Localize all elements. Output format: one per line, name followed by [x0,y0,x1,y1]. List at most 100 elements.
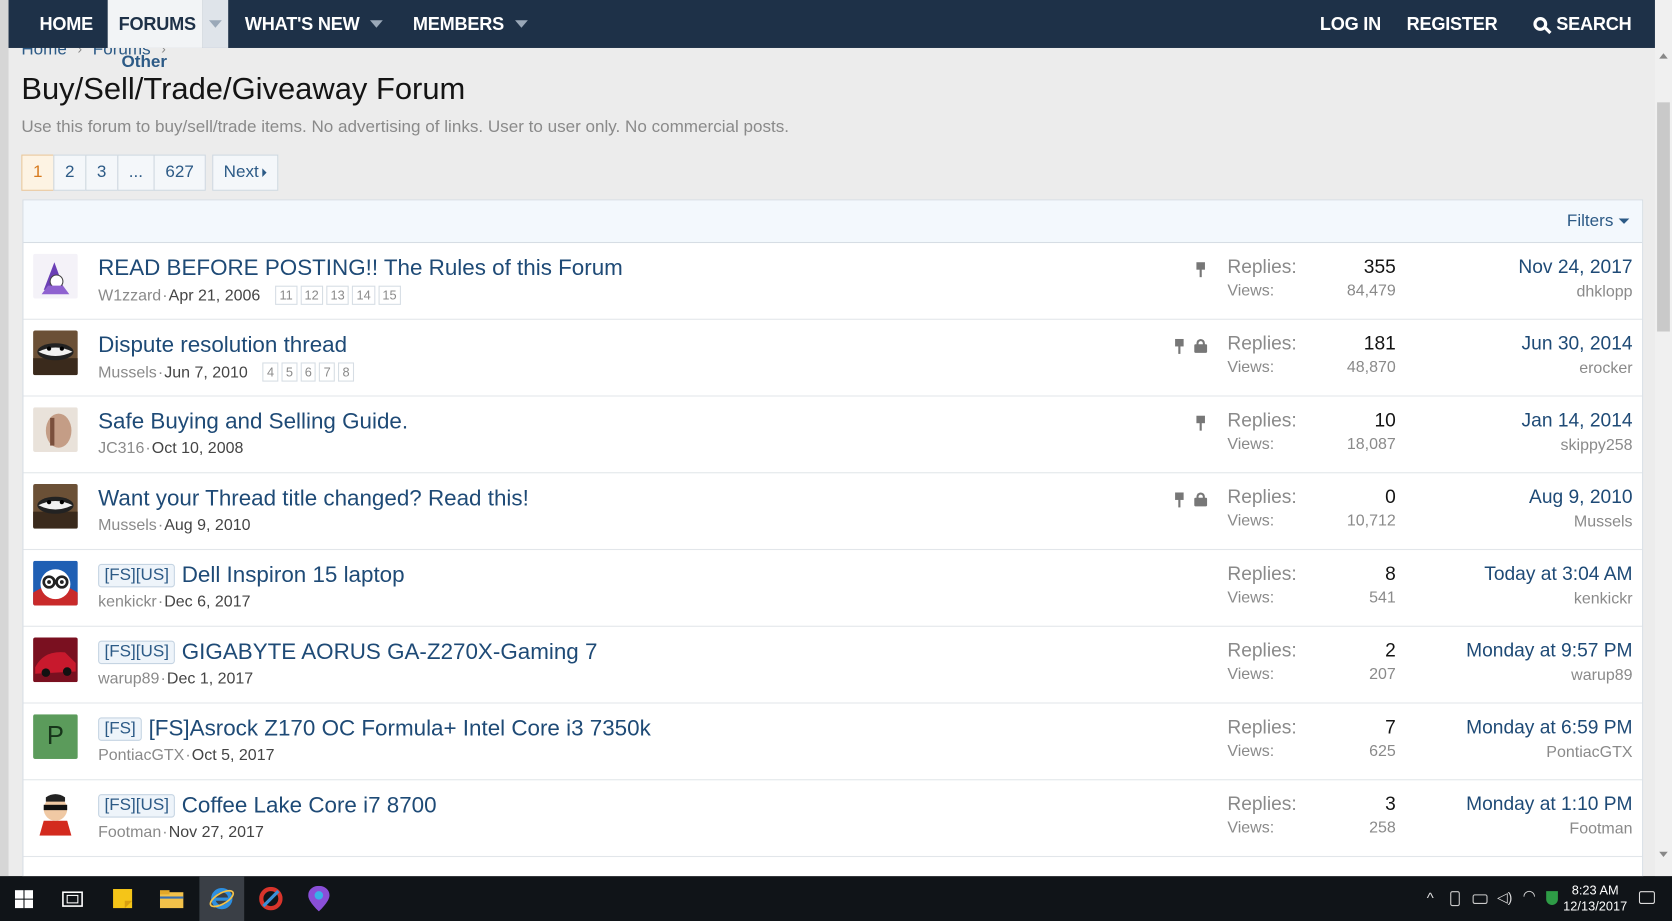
avatar[interactable] [33,407,78,452]
avatar[interactable] [33,330,78,376]
last-post-user-link[interactable]: erocker [1522,359,1632,377]
task-view-icon[interactable] [62,891,83,907]
login-link[interactable]: LOG IN [1305,0,1396,48]
breadcrumb-other[interactable]: Other [121,53,167,72]
thread-start-date[interactable]: Dec 6, 2017 [164,593,250,611]
thread-title-link[interactable]: Dell Inspiron 15 laptop [182,563,405,589]
thread-page-link[interactable]: 6 [300,362,317,382]
page-link-last[interactable]: 627 [153,154,206,191]
maps-icon[interactable] [308,885,330,912]
notification-icon[interactable] [1638,891,1655,904]
avatar[interactable] [33,253,78,299]
avatar[interactable] [33,483,78,529]
wifi-icon[interactable]: ◠ [1523,887,1536,905]
thread-start-date[interactable]: Apr 21, 2006 [169,286,261,304]
thread-author-link[interactable]: Footman [98,823,161,841]
thread-author-link[interactable]: warup89 [98,669,159,687]
thread-author-link[interactable]: PontiacGTX [98,746,184,764]
thread-start-date[interactable]: Nov 27, 2017 [169,823,264,841]
last-post-user-link[interactable]: warup89 [1466,666,1632,684]
last-post-user-link[interactable]: skippy258 [1522,436,1633,454]
last-post-user-link[interactable]: PontiacGTX [1466,743,1632,761]
ccleaner-icon[interactable] [259,886,283,911]
thread-row[interactable]: [FS][US] Coffee Lake Core i7 8700 Footman … [23,780,1643,858]
scroll-up-icon[interactable] [1659,53,1668,59]
filters-dropdown[interactable]: Filters [1567,212,1630,231]
thread-author-link[interactable]: kenkickr [98,593,157,611]
chevron-down-icon[interactable] [370,20,383,28]
avatar[interactable]: P [33,714,78,759]
scroll-thumb[interactable] [1657,102,1670,332]
security-shield-icon[interactable] [1546,891,1558,906]
windows-start-icon[interactable] [14,890,34,909]
thread-page-link[interactable]: 4 [262,362,279,382]
page-link[interactable]: 3 [85,154,119,191]
register-link[interactable]: REGISTER [1396,0,1515,48]
thread-author-link[interactable]: Mussels [98,363,157,381]
tray-overflow-icon[interactable]: ^ [1427,889,1434,906]
nav-forums[interactable]: FORUMS [107,0,203,48]
last-post-date-link[interactable]: Monday at 9:57 PM [1466,640,1632,662]
thread-author-link[interactable]: JC316 [98,439,144,457]
sticky-notes-icon[interactable] [113,889,133,909]
last-post-user-link[interactable]: dhklopp [1518,282,1633,300]
nav-home[interactable]: HOME [9,0,108,48]
thread-page-link[interactable]: 13 [326,285,349,305]
thread-author-link[interactable]: Mussels [98,516,157,534]
thread-start-date[interactable]: Aug 9, 2010 [164,516,250,534]
last-post-date-link[interactable]: Jan 14, 2014 [1522,409,1633,431]
last-post-date-link[interactable]: Nov 24, 2017 [1518,256,1632,278]
thread-row[interactable]: READ BEFORE POSTING!! The Rules of this … [23,243,1643,320]
thread-row[interactable]: [FS][US] GIGABYTE AORUS GA-Z270X-Gaming 7… [23,627,1643,704]
thread-row[interactable]: [FS][US] Dell Inspiron 15 laptop kenkickr … [23,550,1643,627]
last-post-date-link[interactable]: Jun 30, 2014 [1522,333,1633,355]
avatar[interactable] [33,560,78,606]
thread-page-link[interactable]: 14 [352,285,375,305]
search-button[interactable]: SEARCH [1515,0,1655,48]
internet-explorer-icon[interactable] [209,886,235,912]
thread-row[interactable]: Safe Buying and Selling Guide. JC316 · Oc… [23,397,1643,474]
last-post-date-link[interactable]: Aug 9, 2010 [1529,486,1633,508]
thread-page-link[interactable]: 7 [319,362,336,382]
thread-title-link[interactable]: Coffee Lake Core i7 8700 [182,793,437,819]
device-icon[interactable] [1450,891,1460,907]
thread-start-date[interactable]: Oct 10, 2008 [152,439,244,457]
file-explorer-icon[interactable] [159,890,184,909]
page-link[interactable]: 2 [53,154,87,191]
battery-icon[interactable] [1472,894,1488,904]
thread-page-link[interactable]: 8 [338,362,354,382]
thread-page-link[interactable]: 5 [281,362,298,382]
thread-prefix-badge[interactable]: [FS] [98,717,143,741]
last-post-date-link[interactable]: Monday at 6:59 PM [1466,716,1632,738]
thread-prefix-badge[interactable]: [FS][US] [98,563,176,588]
thread-prefix-badge[interactable]: [FS][US] [98,794,176,818]
page-jump-ellipsis[interactable]: ... [116,154,155,191]
thread-title-link[interactable]: [FS]Asrock Z170 OC Formula+ Intel Core i… [149,716,651,742]
scroll-down-icon[interactable] [1659,851,1668,858]
thread-title-link[interactable]: Want your Thread title changed? Read thi… [98,486,529,512]
system-clock[interactable]: 8:23 AM 12/13/2017 [1563,883,1627,915]
thread-title-link[interactable]: Dispute resolution thread [98,333,347,359]
page-link-current[interactable]: 1 [21,154,55,191]
thread-row[interactable]: Dispute resolution thread Mussels · Jun 7… [23,320,1643,397]
last-post-user-link[interactable]: Mussels [1529,513,1633,531]
thread-page-link[interactable]: 11 [275,285,298,305]
scrollbar[interactable] [1654,0,1672,877]
thread-start-date[interactable]: Jun 7, 2010 [164,363,248,381]
thread-row[interactable]: Want your Thread title changed? Read thi… [23,473,1643,551]
thread-title-link[interactable]: Safe Buying and Selling Guide. [98,409,408,435]
thread-page-link[interactable]: 15 [378,285,401,305]
volume-icon[interactable]: ◁) [1497,889,1512,906]
thread-start-date[interactable]: Oct 5, 2017 [192,746,275,764]
thread-row[interactable]: P [FS] [FS]Asrock Z170 OC Formula+ Intel C… [23,704,1643,781]
last-post-date-link[interactable]: Monday at 1:10 PM [1466,793,1632,815]
next-page-button[interactable]: Next [211,154,278,191]
last-post-date-link[interactable]: Today at 3:04 AM [1484,563,1632,585]
last-post-user-link[interactable]: kenkickr [1484,589,1633,607]
avatar[interactable] [33,790,78,836]
thread-title-link[interactable]: GIGABYTE AORUS GA-Z270X-Gaming 7 [182,640,598,666]
nav-members[interactable]: MEMBERS [398,0,542,48]
avatar[interactable] [33,637,78,683]
thread-start-date[interactable]: Dec 1, 2017 [167,669,253,687]
forums-dropdown-toggle[interactable] [202,0,228,48]
